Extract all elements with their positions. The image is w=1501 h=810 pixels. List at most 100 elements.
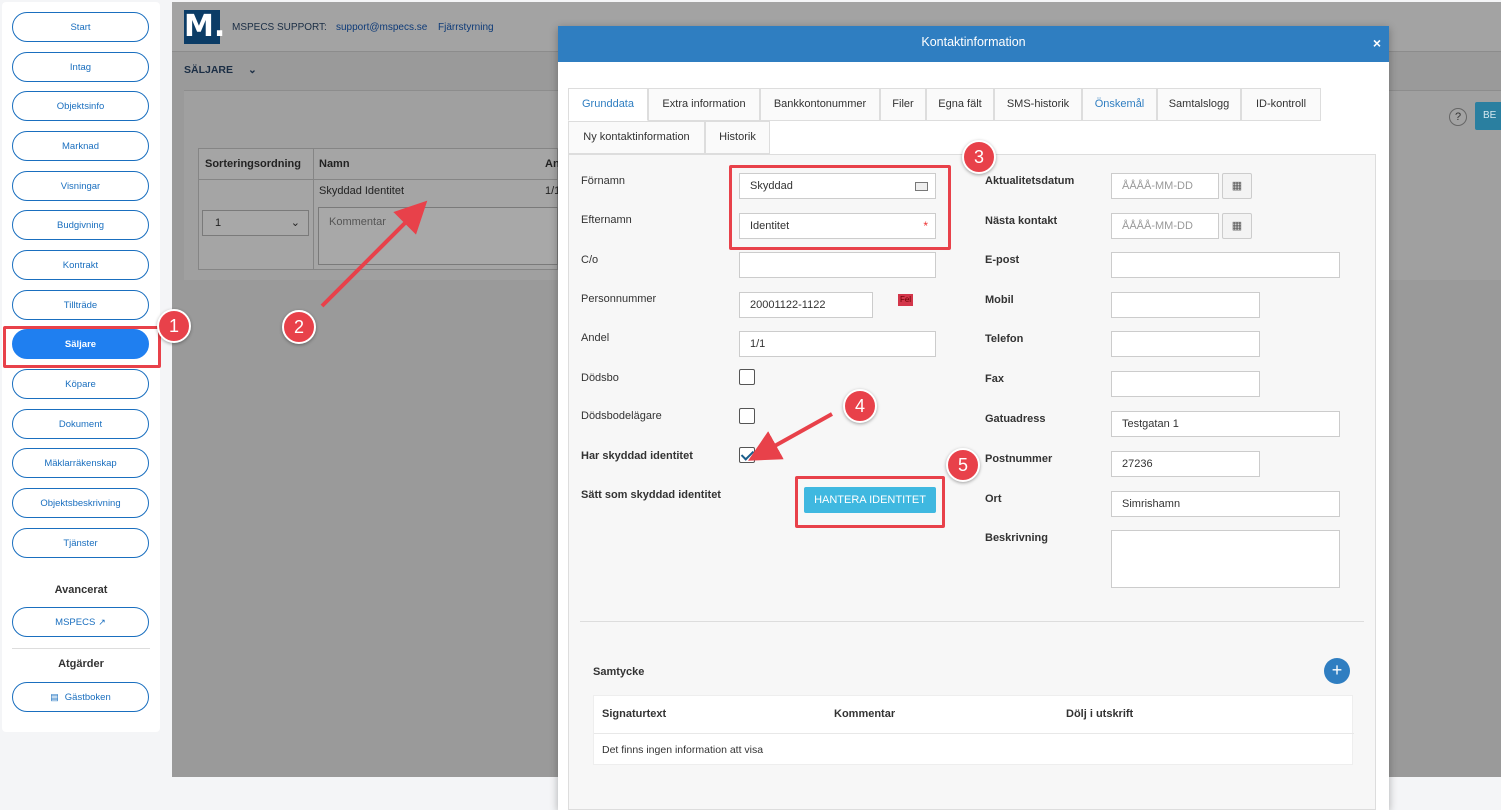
ort-label: Ort — [985, 493, 1002, 505]
annotation-marker-3: 3 — [962, 140, 996, 174]
nav-start[interactable]: Start — [12, 12, 149, 42]
mspecs-logo: M. — [184, 9, 226, 44]
advanced-heading: Avancerat — [54, 584, 108, 596]
postnummer-input[interactable]: 27236 — [1111, 451, 1260, 477]
dodsbodelagare-checkbox[interactable] — [739, 408, 755, 424]
personnummer-label: Personnummer — [581, 293, 657, 305]
dodsbo-checkbox[interactable] — [739, 369, 755, 385]
comment-textarea[interactable]: Kommentar — [318, 207, 558, 265]
nav-intag[interactable]: Intag — [12, 52, 149, 82]
mobil-label: Mobil — [985, 294, 1014, 306]
seller-name[interactable]: Skyddad Identitet — [319, 185, 404, 197]
calendar-icon[interactable]: ▦ — [1222, 173, 1252, 199]
annotation-marker-4: 4 — [843, 389, 877, 423]
external-link-icon: ↗ — [98, 616, 106, 627]
nav-tjanster[interactable]: Tjänster — [12, 528, 149, 558]
add-samtycke-button[interactable]: + — [1324, 658, 1350, 684]
epost-input[interactable] — [1111, 252, 1340, 278]
th-sort: Sorteringsordning — [205, 158, 301, 170]
support-label: MSPECS SUPPORT: — [232, 22, 327, 33]
mobil-input[interactable] — [1111, 292, 1260, 318]
tab-onskemal[interactable]: Önskemål — [1082, 88, 1157, 121]
chevron-down-icon: ⌄ — [290, 217, 300, 229]
annotation-marker-1: 1 — [157, 309, 191, 343]
beskrivning-textarea[interactable] — [1111, 530, 1340, 588]
nasta-kontakt-label: Nästa kontakt — [985, 215, 1058, 227]
nav-gastboken[interactable]: ▤ Gästboken — [12, 682, 149, 712]
nav-visningar[interactable]: Visningar — [12, 171, 149, 201]
annotation-marker-5: 5 — [946, 448, 980, 482]
bg-action-button[interactable]: BE — [1475, 102, 1501, 130]
aktualitet-input[interactable]: ÅÅÅÅ-MM-DD — [1111, 173, 1219, 199]
sidebar-divider — [12, 648, 150, 649]
th-name: Namn — [319, 158, 350, 170]
nav-objektsinfo[interactable]: Objektsinfo — [12, 91, 149, 121]
nav-objektsbeskrivning[interactable]: Objektsbeskrivning — [12, 488, 149, 518]
aktualitet-label: Aktualitetsdatum — [985, 175, 1075, 187]
th-kommentar: Kommentar — [834, 708, 896, 720]
tab-filer[interactable]: Filer — [880, 88, 926, 121]
actions-heading: Atgärder — [58, 658, 104, 670]
andel-input[interactable]: 1/1 — [739, 331, 936, 357]
nav-budgivning[interactable]: Budgivning — [12, 210, 149, 240]
satt-skyddad-label: Sätt som skyddad identitet — [581, 489, 721, 501]
skyddad-checkbox[interactable] — [739, 447, 755, 463]
table-divider — [594, 733, 1354, 734]
remote-link[interactable]: Fjärrstyrning — [438, 22, 494, 33]
personnummer-input[interactable]: 20001122-1122 — [739, 292, 873, 318]
tab-id-kontroll[interactable]: ID-kontroll — [1241, 88, 1321, 121]
beskrivning-label: Beskrivning — [985, 532, 1048, 544]
calendar-icon[interactable]: ▦ — [1222, 213, 1252, 239]
annotation-box-hantera — [795, 476, 945, 528]
tab-grunddata[interactable]: Grunddata — [568, 88, 648, 121]
th-dolj: Dölj i utskrift — [1066, 708, 1134, 720]
tab-sms-historik[interactable]: SMS-historik — [994, 88, 1082, 121]
telefon-input[interactable] — [1111, 331, 1260, 357]
book-icon: ▤ — [50, 691, 59, 702]
samtycke-title: Samtycke — [593, 666, 645, 678]
modal-header: Kontaktinformation × — [558, 26, 1389, 62]
tab-ny-kontaktinformation[interactable]: Ny kontaktinformation — [568, 121, 705, 154]
fax-label: Fax — [985, 373, 1004, 385]
samtycke-section: Samtycke + Signaturtext Kommentar Dölj i… — [593, 634, 1354, 784]
tab-bankkontonummer[interactable]: Bankkontonummer — [760, 88, 880, 121]
samtycke-table: Signaturtext Kommentar Dölj i utskrift D… — [593, 695, 1354, 765]
error-badge: Fel — [898, 294, 913, 306]
sort-select[interactable]: 1 ⌄ — [202, 210, 309, 236]
nav-mspecs[interactable]: MSPECS ↗ — [12, 607, 149, 637]
tab-samtalslogg[interactable]: Samtalslogg — [1157, 88, 1241, 121]
seller-section-toggle[interactable]: SÄLJARE ⌄ — [184, 64, 257, 76]
efternamn-label: Efternamn — [581, 214, 632, 226]
skyddad-label: Har skyddad identitet — [581, 450, 693, 462]
section-divider — [580, 621, 1364, 622]
gatuadress-input[interactable]: Testgatan 1 — [1111, 411, 1340, 437]
nav-kopare[interactable]: Köpare — [12, 369, 149, 399]
mspecs-label: MSPECS — [55, 616, 96, 628]
sort-value: 1 — [215, 217, 222, 229]
gastboken-label: Gästboken — [64, 691, 111, 703]
gatuadress-label: Gatuadress — [985, 413, 1046, 425]
fornamn-label: Förnamn — [581, 175, 626, 187]
nav-maklarrakenskap[interactable]: Mäklarräkenskap — [12, 448, 149, 478]
close-icon[interactable]: × — [1373, 36, 1381, 50]
telefon-label: Telefon — [985, 333, 1024, 345]
nav-tilltrade[interactable]: Tillträde — [12, 290, 149, 320]
help-icon[interactable]: ? — [1449, 108, 1467, 126]
co-input[interactable] — [739, 252, 936, 278]
nasta-kontakt-input[interactable]: ÅÅÅÅ-MM-DD — [1111, 213, 1219, 239]
postnummer-label: Postnummer — [985, 453, 1053, 465]
nav-kontrakt[interactable]: Kontrakt — [12, 250, 149, 280]
annotation-box-name-fields — [729, 165, 951, 250]
tab-historik[interactable]: Historik — [705, 121, 770, 154]
tab-extra-information[interactable]: Extra information — [648, 88, 760, 121]
seller-section-label: SÄLJARE — [184, 64, 234, 76]
annotation-marker-2: 2 — [282, 310, 316, 344]
fax-input[interactable] — [1111, 371, 1260, 397]
nav-dokument[interactable]: Dokument — [12, 409, 149, 439]
tab-egna-falt[interactable]: Egna fält — [926, 88, 994, 121]
support-email-link[interactable]: support@mspecs.se — [336, 22, 427, 33]
ort-input[interactable]: Simrishamn — [1111, 491, 1340, 517]
th-signaturtext: Signaturtext — [602, 708, 667, 720]
nav-marknad[interactable]: Marknad — [12, 131, 149, 161]
epost-label: E-post — [985, 254, 1020, 266]
